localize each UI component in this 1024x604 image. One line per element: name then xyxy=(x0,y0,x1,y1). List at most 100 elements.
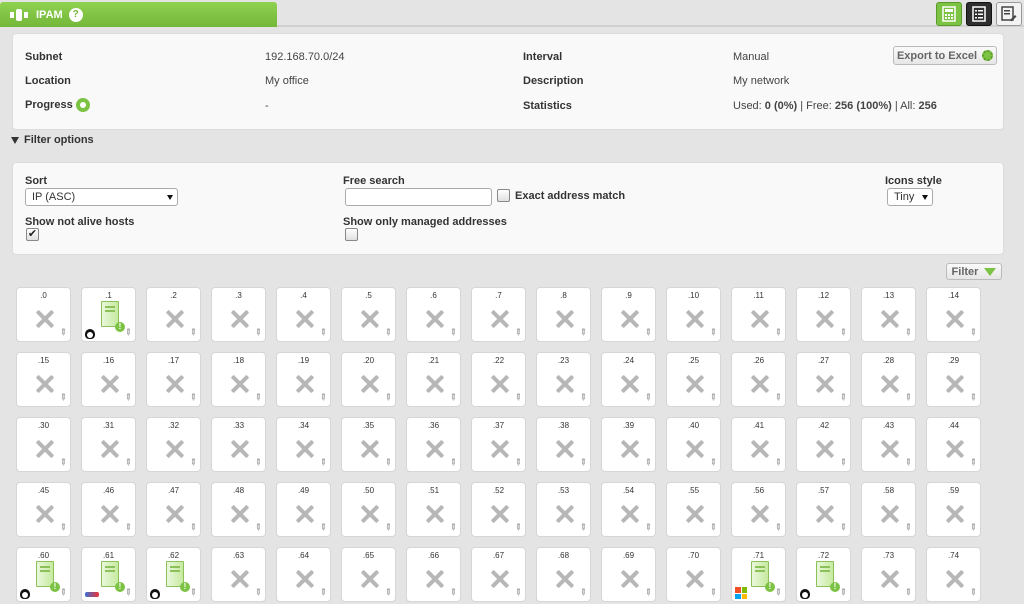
host-cell[interactable]: .0 ✎ xyxy=(16,287,71,342)
wrench-icon[interactable]: ✎ xyxy=(902,456,914,469)
wrench-icon[interactable]: ✎ xyxy=(967,456,979,469)
export-to-excel-button[interactable]: Export to Excel xyxy=(893,46,997,65)
wrench-icon[interactable]: ✎ xyxy=(577,586,589,599)
host-cell[interactable]: .53 ✎ xyxy=(536,482,591,537)
wrench-icon[interactable]: ✎ xyxy=(382,391,394,404)
host-cell[interactable]: .70 ✎ xyxy=(666,547,721,602)
host-cell[interactable]: .33 ✎ xyxy=(211,417,266,472)
wrench-icon[interactable]: ✎ xyxy=(447,391,459,404)
wrench-icon[interactable]: ✎ xyxy=(772,326,784,339)
wrench-icon[interactable]: ✎ xyxy=(707,326,719,339)
wrench-icon[interactable]: ✎ xyxy=(772,456,784,469)
host-cell[interactable]: .71! ✎ xyxy=(731,547,786,602)
wrench-icon[interactable]: ✎ xyxy=(837,391,849,404)
filter-button[interactable]: Filter xyxy=(946,263,1002,280)
wrench-icon[interactable]: ✎ xyxy=(122,521,134,534)
host-cell[interactable]: .16 ✎ xyxy=(81,352,136,407)
wrench-icon[interactable]: ✎ xyxy=(707,521,719,534)
host-cell[interactable]: .4 ✎ xyxy=(276,287,331,342)
host-cell[interactable]: .59 ✎ xyxy=(926,482,981,537)
wrench-icon[interactable]: ✎ xyxy=(252,326,264,339)
wrench-icon[interactable]: ✎ xyxy=(252,521,264,534)
host-cell[interactable]: .8 ✎ xyxy=(536,287,591,342)
host-cell[interactable]: .44 ✎ xyxy=(926,417,981,472)
host-cell[interactable]: .43 ✎ xyxy=(861,417,916,472)
wrench-icon[interactable]: ✎ xyxy=(837,456,849,469)
wrench-icon[interactable]: ✎ xyxy=(187,391,199,404)
wrench-icon[interactable]: ✎ xyxy=(382,521,394,534)
wrench-icon[interactable]: ✎ xyxy=(122,391,134,404)
wrench-icon[interactable]: ✎ xyxy=(772,391,784,404)
wrench-icon[interactable]: ✎ xyxy=(577,326,589,339)
wrench-icon[interactable]: ✎ xyxy=(447,586,459,599)
host-cell[interactable]: .52 ✎ xyxy=(471,482,526,537)
host-cell[interactable]: .9 ✎ xyxy=(601,287,656,342)
wrench-icon[interactable]: ✎ xyxy=(577,456,589,469)
wrench-icon[interactable]: ✎ xyxy=(317,326,329,339)
host-cell[interactable]: .26 ✎ xyxy=(731,352,786,407)
host-cell[interactable]: .3 ✎ xyxy=(211,287,266,342)
host-cell[interactable]: .31 ✎ xyxy=(81,417,136,472)
host-cell[interactable]: .36 ✎ xyxy=(406,417,461,472)
host-cell[interactable]: .63 ✎ xyxy=(211,547,266,602)
host-cell[interactable]: .1! ✎ xyxy=(81,287,136,342)
show-not-alive-checkbox[interactable]: ✔ xyxy=(26,228,39,241)
host-cell[interactable]: .22 ✎ xyxy=(471,352,526,407)
host-cell[interactable]: .27 ✎ xyxy=(796,352,851,407)
host-cell[interactable]: .56 ✎ xyxy=(731,482,786,537)
host-cell[interactable]: .28 ✎ xyxy=(861,352,916,407)
host-cell[interactable]: .41 ✎ xyxy=(731,417,786,472)
host-cell[interactable]: .32 ✎ xyxy=(146,417,201,472)
wrench-icon[interactable]: ✎ xyxy=(512,391,524,404)
ipam-tab[interactable]: IPAM ? xyxy=(0,2,277,27)
wrench-icon[interactable]: ✎ xyxy=(967,586,979,599)
wrench-icon[interactable]: ✎ xyxy=(252,586,264,599)
host-cell[interactable]: .21 ✎ xyxy=(406,352,461,407)
wrench-icon[interactable]: ✎ xyxy=(837,521,849,534)
wrench-icon[interactable]: ✎ xyxy=(902,521,914,534)
sort-select[interactable]: IP (ASC) xyxy=(25,188,178,206)
host-cell[interactable]: .64 ✎ xyxy=(276,547,331,602)
wrench-icon[interactable]: ✎ xyxy=(317,521,329,534)
wrench-icon[interactable]: ✎ xyxy=(577,391,589,404)
wrench-icon[interactable]: ✎ xyxy=(447,521,459,534)
wrench-icon[interactable]: ✎ xyxy=(642,456,654,469)
host-cell[interactable]: .42 ✎ xyxy=(796,417,851,472)
wrench-icon[interactable]: ✎ xyxy=(447,326,459,339)
host-cell[interactable]: .35 ✎ xyxy=(341,417,396,472)
host-cell[interactable]: .17 ✎ xyxy=(146,352,201,407)
host-cell[interactable]: .68 ✎ xyxy=(536,547,591,602)
wrench-icon[interactable]: ✎ xyxy=(837,326,849,339)
host-cell[interactable]: .51 ✎ xyxy=(406,482,461,537)
host-cell[interactable]: .67 ✎ xyxy=(471,547,526,602)
wrench-icon[interactable]: ✎ xyxy=(57,521,69,534)
host-cell[interactable]: .18 ✎ xyxy=(211,352,266,407)
calculator-view-button[interactable] xyxy=(936,2,962,26)
host-cell[interactable]: .57 ✎ xyxy=(796,482,851,537)
wrench-icon[interactable]: ✎ xyxy=(447,456,459,469)
wrench-icon[interactable]: ✎ xyxy=(967,521,979,534)
wrench-icon[interactable]: ✎ xyxy=(317,456,329,469)
host-cell[interactable]: .37 ✎ xyxy=(471,417,526,472)
host-cell[interactable]: .39 ✎ xyxy=(601,417,656,472)
wrench-icon[interactable]: ✎ xyxy=(382,586,394,599)
wrench-icon[interactable]: ✎ xyxy=(512,521,524,534)
host-cell[interactable]: .29 ✎ xyxy=(926,352,981,407)
wrench-icon[interactable]: ✎ xyxy=(707,586,719,599)
help-icon[interactable]: ? xyxy=(68,7,83,22)
host-cell[interactable]: .50 ✎ xyxy=(341,482,396,537)
host-cell[interactable]: .73 ✎ xyxy=(861,547,916,602)
exact-match-checkbox[interactable] xyxy=(497,189,510,202)
wrench-icon[interactable]: ✎ xyxy=(187,456,199,469)
host-cell[interactable]: .72! ✎ xyxy=(796,547,851,602)
wrench-icon[interactable]: ✎ xyxy=(252,456,264,469)
host-cell[interactable]: .15 ✎ xyxy=(16,352,71,407)
show-managed-checkbox[interactable] xyxy=(345,228,358,241)
host-cell[interactable]: .58 ✎ xyxy=(861,482,916,537)
host-cell[interactable]: .65 ✎ xyxy=(341,547,396,602)
wrench-icon[interactable]: ✎ xyxy=(642,391,654,404)
filter-options-toggle[interactable]: Filter options xyxy=(11,134,94,146)
host-cell[interactable]: .12 ✎ xyxy=(796,287,851,342)
host-cell[interactable]: .61! ✎ xyxy=(81,547,136,602)
wrench-icon[interactable]: ✎ xyxy=(642,521,654,534)
